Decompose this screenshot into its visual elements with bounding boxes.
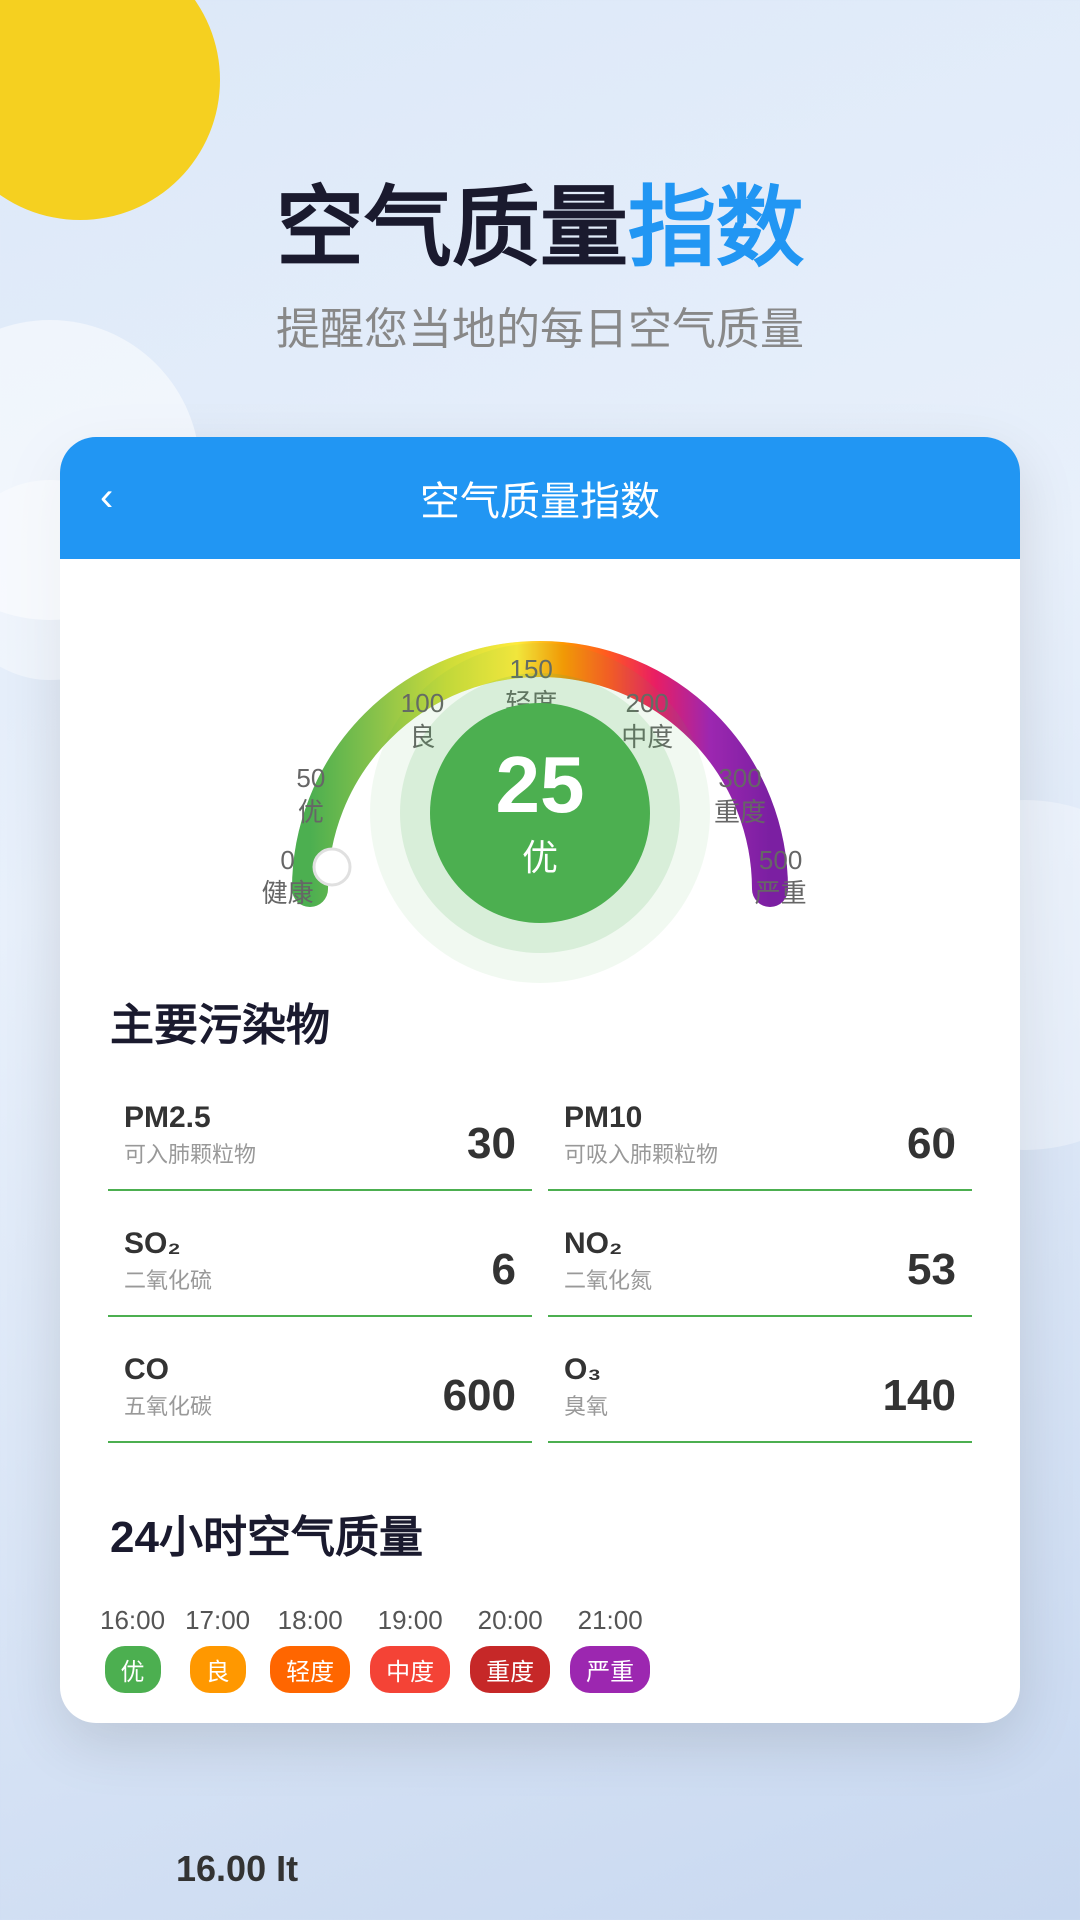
pollutant-co: CO 五氧化碳 600 bbox=[108, 1333, 532, 1443]
hour-time-1600: 16:00 bbox=[100, 1605, 165, 1636]
pollutant-sub-o3: 臭氧 bbox=[564, 1389, 608, 1421]
gauge-grade: 优 bbox=[522, 829, 558, 881]
pollutant-value-pm25: 30 bbox=[467, 1119, 516, 1169]
hour-badge-1900: 中度 bbox=[370, 1646, 450, 1693]
hour-item-2100: 21:00 严重 bbox=[570, 1605, 650, 1693]
pollutant-value-so2: 6 bbox=[492, 1245, 516, 1295]
pollutant-value-o3: 140 bbox=[883, 1371, 956, 1421]
hour-badge-1700: 良 bbox=[190, 1646, 246, 1693]
gauge-label-300: 300重度 bbox=[714, 762, 766, 830]
gauge-label-50: 50优 bbox=[296, 762, 325, 830]
pollutant-name-o3: O₃ bbox=[564, 1353, 608, 1387]
pollutant-sub-pm25: 可入肺颗粒物 bbox=[124, 1137, 256, 1169]
hour-time-2100: 21:00 bbox=[578, 1605, 643, 1636]
hour-badge-1600: 优 bbox=[105, 1646, 161, 1693]
pollutant-no2: NO₂ 二氧化氮 53 bbox=[548, 1207, 972, 1317]
pollutant-value-no2: 53 bbox=[907, 1245, 956, 1295]
title-black: 空气质量 bbox=[276, 178, 628, 277]
pollutant-name-co: CO bbox=[124, 1353, 212, 1387]
hour-badge-2100: 严重 bbox=[570, 1646, 650, 1693]
hour-badge-1800: 轻度 bbox=[270, 1646, 350, 1693]
pollutant-sub-co: 五氧化碳 bbox=[124, 1389, 212, 1421]
hour-badge-2000: 重度 bbox=[470, 1646, 550, 1693]
hour-item-2000: 20:00 重度 bbox=[470, 1605, 550, 1693]
hour-item-1800: 18:00 轻度 bbox=[270, 1605, 350, 1693]
pollutant-name-pm10: PM10 bbox=[564, 1101, 718, 1135]
hour-time-1800: 18:00 bbox=[278, 1605, 343, 1636]
main-card: ‹ 空气质量指数 bbox=[60, 437, 1020, 1723]
hour-item-1900: 19:00 中度 bbox=[370, 1605, 450, 1693]
back-button[interactable]: ‹ bbox=[100, 475, 113, 520]
hours-section: 16:00 优 17:00 良 18:00 轻度 19:00 中度 20:00 … bbox=[60, 1585, 1020, 1723]
pollutant-sub-pm10: 可吸入肺颗粒物 bbox=[564, 1137, 718, 1169]
gauge-label-500: 500严重 bbox=[755, 844, 807, 912]
pollutant-name-no2: NO₂ bbox=[564, 1227, 652, 1261]
hour-item-1700: 17:00 良 bbox=[185, 1605, 250, 1693]
hour-time-1900: 19:00 bbox=[378, 1605, 443, 1636]
pollutant-name-pm25: PM2.5 bbox=[124, 1101, 256, 1135]
pollutant-sub-so2: 二氧化硫 bbox=[124, 1263, 212, 1295]
bottom-time: 16.00 It bbox=[176, 1848, 298, 1890]
gauge-center: 25 优 bbox=[430, 703, 650, 923]
gauge-label-100: 100良 bbox=[401, 687, 444, 755]
pollutant-name-so2: SO₂ bbox=[124, 1227, 212, 1261]
main-title: 空气质量指数 bbox=[0, 180, 1080, 277]
gauge-label-0: 0健康 bbox=[262, 844, 314, 912]
subtitle: 提醒您当地的每日空气质量 bbox=[0, 293, 1080, 357]
gauge-label-200: 200中度 bbox=[621, 687, 673, 755]
pollutant-sub-no2: 二氧化氮 bbox=[564, 1263, 652, 1295]
hour-time-2000: 20:00 bbox=[478, 1605, 543, 1636]
gauge-wrapper: 0健康 50优 100良 150轻度 200中度 300重度 5 bbox=[250, 599, 830, 939]
hours-row: 16:00 优 17:00 良 18:00 轻度 19:00 中度 20:00 … bbox=[100, 1605, 980, 1693]
card-header-title: 空气质量指数 bbox=[420, 469, 660, 527]
hour-item-1600: 16:00 优 bbox=[100, 1605, 165, 1693]
pollutant-pm25: PM2.5 可入肺颗粒物 30 bbox=[108, 1081, 532, 1191]
app-header: 空气质量指数 提醒您当地的每日空气质量 bbox=[0, 0, 1080, 397]
pollutants-grid: PM2.5 可入肺颗粒物 30 PM10 可吸入肺颗粒物 60 SO₂ 二氧化硫 bbox=[60, 1073, 1020, 1471]
pollutant-so2: SO₂ 二氧化硫 6 bbox=[108, 1207, 532, 1317]
gauge-value: 25 bbox=[496, 745, 585, 825]
pollutant-value-co: 600 bbox=[443, 1371, 516, 1421]
hour-time-1700: 17:00 bbox=[185, 1605, 250, 1636]
title-blue: 指数 bbox=[628, 178, 804, 277]
hours-section-title: 24小时空气质量 bbox=[60, 1471, 1020, 1585]
card-header: ‹ 空气质量指数 bbox=[60, 437, 1020, 559]
pollutant-o3: O₃ 臭氧 140 bbox=[548, 1333, 972, 1443]
